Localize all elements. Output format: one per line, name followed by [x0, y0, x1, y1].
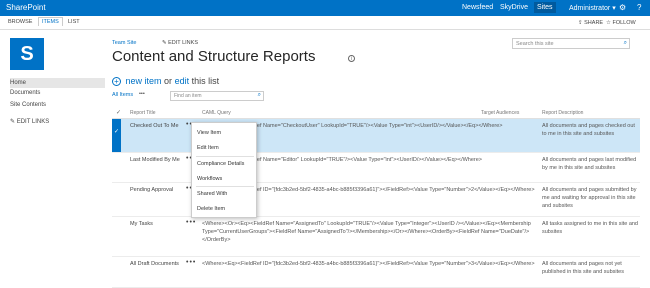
row-menu-button[interactable]: ••• — [186, 219, 196, 226]
menu-item-delete-item[interactable]: Delete Item — [197, 206, 225, 212]
find-item-input[interactable]: Find an item ⌕ — [170, 91, 264, 101]
nav-item-home[interactable]: Home — [10, 78, 105, 88]
menu-divider — [196, 186, 254, 187]
row-checkbox[interactable]: ✓ — [112, 119, 121, 152]
this-list-text: this list — [191, 76, 220, 86]
site-search-input[interactable]: Search this site ⌕ — [512, 38, 630, 49]
tab-list[interactable]: LIST — [68, 19, 80, 25]
ribbon-bar: BROWSE ITEMS LIST ⇪ SHARE ☆ FOLLOW — [0, 16, 650, 30]
sites-link[interactable]: Sites — [534, 2, 556, 13]
or-text: or — [164, 76, 173, 86]
edit-links-label: EDIT LINKS — [16, 119, 50, 125]
row-caml-query: <Where><Or><Eq><FieldRef Name="AssignedT… — [202, 221, 531, 243]
star-icon: ☆ — [606, 20, 611, 26]
search-icon[interactable]: ⌕ — [624, 40, 627, 47]
column-header-report-description[interactable]: Report Description — [542, 110, 583, 116]
plus-icon[interactable]: + — [112, 77, 121, 86]
new-item-bar: + new item or edit this list — [112, 76, 219, 86]
edit-links-button[interactable]: ✎ EDIT LINKS — [10, 118, 49, 125]
table-row[interactable]: All Draft Documents ••• <Where><Eq><Fiel… — [112, 257, 640, 288]
page-title: Content and Structure Reports — [112, 48, 316, 65]
row-title[interactable]: Checked Out To Me — [130, 122, 180, 130]
menu-divider — [196, 156, 254, 157]
menu-item-shared-with[interactable]: Shared With — [197, 191, 227, 197]
row-description: All documents and pages not yet publishe… — [542, 261, 624, 275]
tab-items[interactable]: ITEMS — [38, 17, 63, 26]
column-header-target-audiences[interactable]: Target Audiences — [481, 110, 519, 116]
tab-browse[interactable]: BROWSE — [8, 19, 32, 25]
info-icon[interactable]: i — [348, 55, 355, 62]
find-item-placeholder: Find an item — [174, 93, 202, 99]
view-more-button[interactable]: ••• — [139, 91, 145, 97]
row-checkbox[interactable] — [112, 257, 121, 287]
row-checkbox[interactable] — [112, 217, 121, 256]
menu-item-compliance-details[interactable]: Compliance Details — [197, 161, 244, 167]
user-menu-button[interactable]: Administrator ▾ — [569, 4, 616, 12]
user-name: Administrator — [569, 5, 611, 12]
view-all-items[interactable]: All Items — [112, 92, 133, 98]
share-button[interactable]: ⇪ SHARE — [578, 20, 603, 26]
sharepoint-brand-link[interactable]: SharePoint — [6, 3, 46, 12]
row-checkbox[interactable] — [112, 183, 121, 216]
row-menu-button[interactable]: ••• — [186, 259, 196, 266]
item-context-menu: View Item Edit Item Compliance Details W… — [191, 122, 257, 218]
nav-item-site-contents[interactable]: Site Contents — [10, 102, 46, 108]
menu-item-edit-item[interactable]: Edit Item — [197, 145, 219, 151]
search-icon[interactable]: ⌕ — [258, 92, 261, 99]
view-selector: All Items ••• — [112, 91, 145, 98]
sharepoint-logo[interactable]: S — [10, 38, 44, 70]
row-checkbox[interactable] — [112, 153, 121, 182]
pencil-icon: ✎ — [10, 119, 16, 125]
column-header-caml-query[interactable]: CAML Query — [202, 110, 231, 116]
pencil-icon: ✎ — [162, 40, 167, 46]
breadcrumb[interactable]: Team Site — [112, 40, 136, 46]
follow-button[interactable]: ☆ FOLLOW — [606, 20, 636, 26]
menu-item-workflows[interactable]: Workflows — [197, 176, 222, 182]
table-row[interactable]: My Tasks ••• <Where><Or><Eq><FieldRef Na… — [112, 217, 640, 257]
suite-bar: SharePoint Newsfeed SkyDrive Sites Admin… — [0, 0, 650, 16]
help-icon[interactable]: ? — [637, 3, 641, 12]
row-title[interactable]: Pending Approval — [130, 186, 180, 194]
row-title[interactable]: All Draft Documents — [130, 260, 180, 268]
row-title[interactable]: Last Modified By Me — [130, 156, 180, 164]
row-title[interactable]: My Tasks — [130, 220, 180, 228]
follow-label: FOLLOW — [612, 20, 636, 26]
select-all-checkbox[interactable]: ✓ — [116, 109, 121, 116]
row-description: All tasks assigned to me in this site an… — [542, 221, 638, 235]
chevron-down-icon: ▾ — [612, 5, 616, 12]
edit-list-link[interactable]: edit — [175, 76, 190, 86]
column-header-report-title[interactable]: Report Title — [130, 110, 156, 116]
header-edit-links-button[interactable]: ✎ EDIT LINKS — [162, 40, 198, 46]
header-edit-links-label: EDIT LINKS — [168, 40, 198, 46]
new-item-link[interactable]: new item — [126, 76, 162, 86]
newsfeed-link[interactable]: Newsfeed — [462, 4, 493, 11]
gear-icon[interactable]: ⚙ — [619, 3, 626, 12]
menu-item-view-item[interactable]: View Item — [197, 130, 221, 136]
site-search-placeholder: Search this site — [516, 41, 554, 47]
skydrive-link[interactable]: SkyDrive — [500, 4, 528, 11]
row-description: All documents and pages checked out to m… — [542, 123, 635, 137]
share-icon: ⇪ — [578, 20, 583, 26]
row-caml-query: <Where><Eq><FieldRef ID="{fdc3b2ed-5bf2-… — [202, 261, 535, 267]
share-label: SHARE — [584, 20, 604, 26]
nav-item-documents[interactable]: Documents — [10, 90, 40, 96]
row-description: All documents and pages last modified by… — [542, 157, 637, 171]
row-description: All documents and pages submitted by me … — [542, 187, 637, 209]
